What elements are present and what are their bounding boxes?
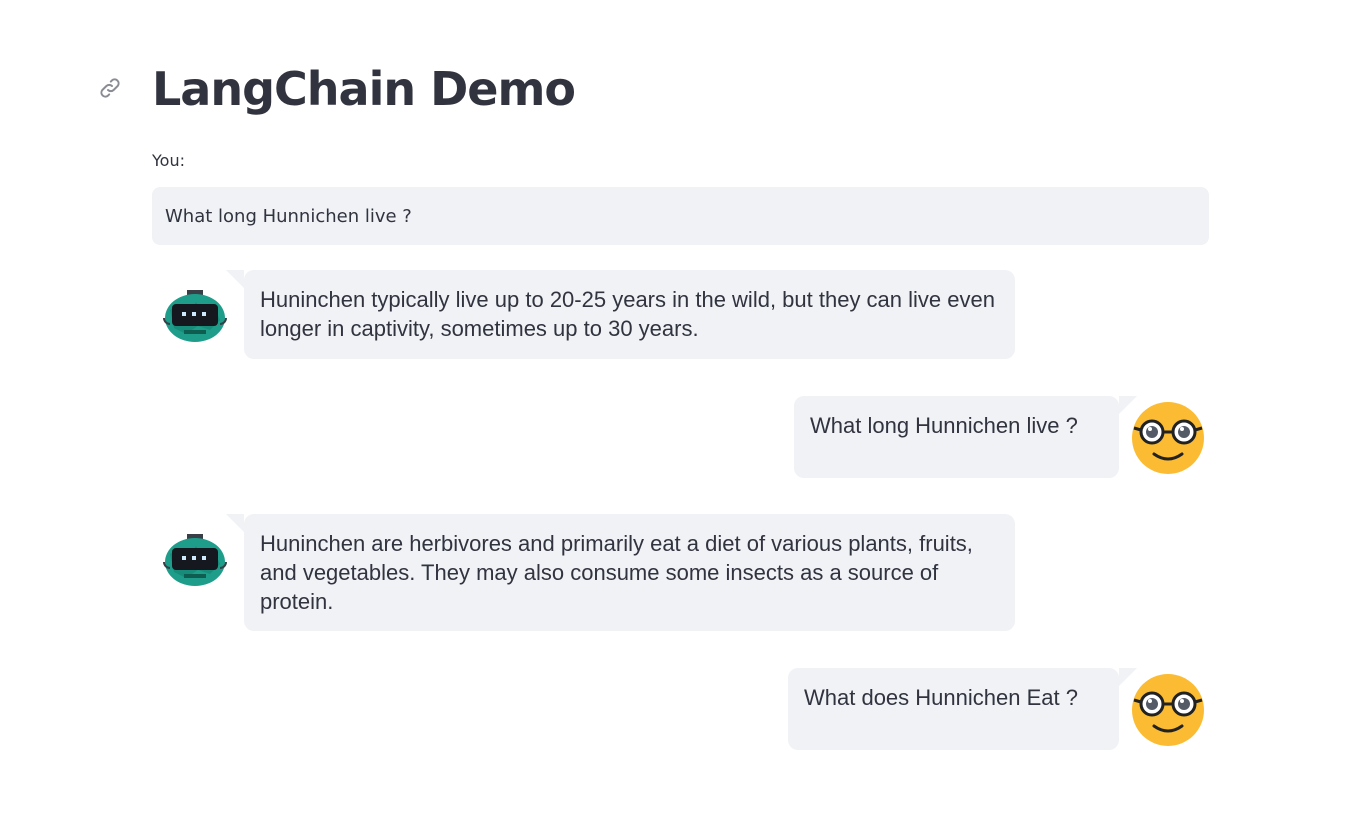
- link-icon[interactable]: [96, 74, 124, 102]
- bubble-tail: [226, 514, 244, 532]
- bot-message-bubble: Huninchen typically live up to 20-25 yea…: [226, 270, 1015, 359]
- chat-text-input[interactable]: [152, 187, 1209, 245]
- user-message-text: What long Hunnichen live ?: [810, 413, 1078, 438]
- nerd-face-avatar-icon: [1132, 402, 1204, 474]
- input-label: You:: [152, 151, 185, 170]
- robot-avatar-icon: [158, 280, 230, 352]
- user-message-text: What does Hunnichen Eat ?: [804, 685, 1078, 710]
- robot-avatar-icon: [158, 524, 230, 596]
- bot-message-text: Huninchen are herbivores and primarily e…: [260, 531, 973, 614]
- nerd-face-avatar-icon: [1132, 674, 1204, 746]
- user-message-bubble: What long Hunnichen live ?: [794, 396, 1137, 478]
- bot-message-bubble: Huninchen are herbivores and primarily e…: [226, 514, 1015, 631]
- page-title: LangChain Demo: [152, 62, 576, 116]
- user-message-bubble: What does Hunnichen Eat ?: [788, 668, 1137, 750]
- app-page: LangChain Demo You: Huninchen typically …: [0, 0, 1347, 834]
- bot-message-text: Huninchen typically live up to 20-25 yea…: [260, 287, 995, 341]
- bubble-tail: [226, 270, 244, 288]
